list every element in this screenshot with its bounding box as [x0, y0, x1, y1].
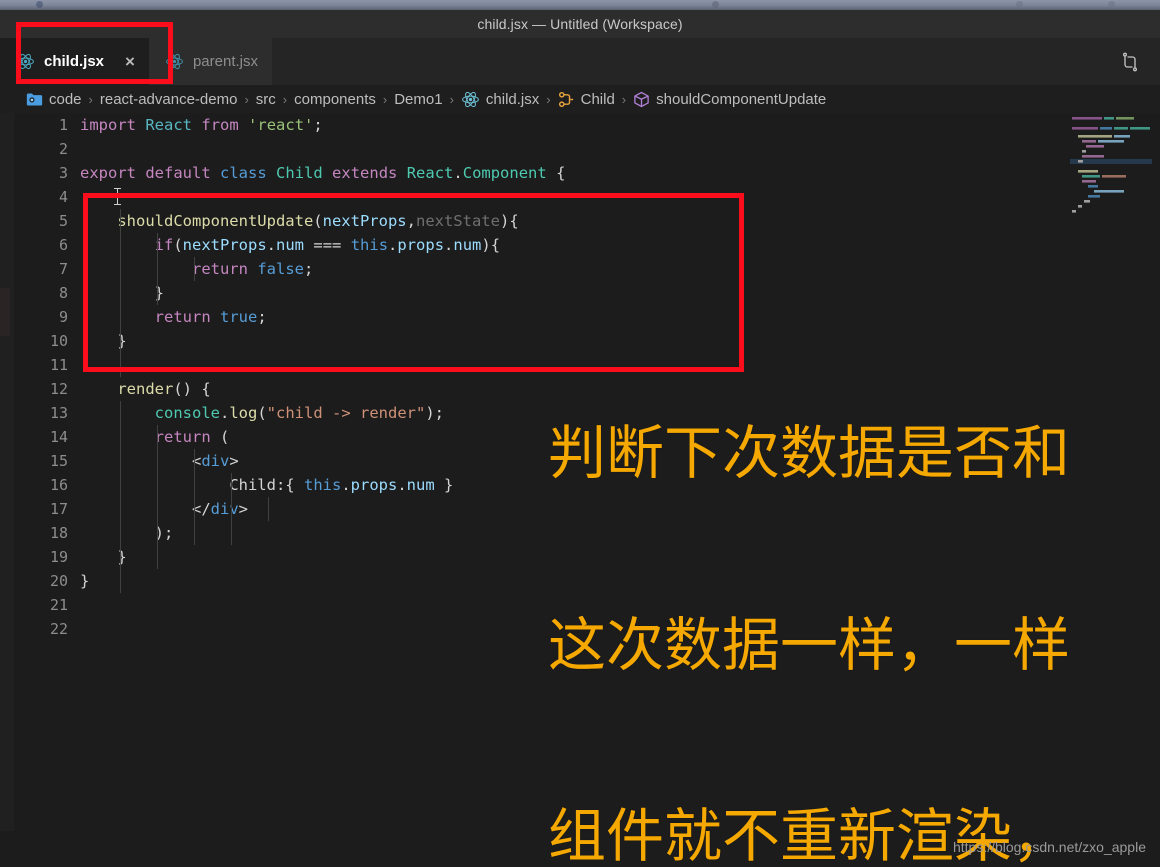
- breadcrumb-separator: ›: [546, 91, 551, 107]
- breadcrumb-separator: ›: [382, 91, 388, 107]
- indent-guide: [120, 209, 121, 377]
- sidebar-edge: [0, 113, 14, 831]
- indent-guide: [268, 497, 269, 521]
- breadcrumb-label: Demo1: [394, 90, 443, 108]
- os-chrome-dot: [1108, 1, 1115, 8]
- tab-parent-jsx[interactable]: parent.jsx: [148, 38, 273, 85]
- breadcrumb-item-child-class[interactable]: Child: [558, 91, 615, 108]
- class-icon: [558, 91, 575, 108]
- line-number: 14: [49, 428, 68, 446]
- breadcrumb-label: Child: [580, 90, 615, 108]
- breadcrumb-label: child.jsx: [485, 90, 540, 108]
- annotation-line: 这次数据一样，一样: [548, 610, 1071, 679]
- os-window-chrome: [0, 0, 1160, 10]
- line-number: 9: [58, 308, 68, 326]
- indent-guide: [231, 473, 232, 545]
- breadcrumb: code › react-advance-demo › src › compon…: [0, 85, 1160, 113]
- indent-guide: [194, 257, 195, 281]
- react-icon: [16, 52, 35, 71]
- breadcrumb-item-components[interactable]: components: [294, 91, 376, 108]
- annotation-text: 判断下次数据是否和 这次数据一样，一样 组件就不重新渲染， 反之渲染: [548, 305, 1148, 867]
- breadcrumb-label: react-advance-demo: [99, 90, 238, 108]
- breadcrumb-label: shouldComponentUpdate: [656, 90, 827, 108]
- annotation-line: 判断下次数据是否和: [548, 419, 1071, 488]
- breadcrumb-separator: ›: [244, 91, 249, 107]
- line-number: 17: [49, 500, 68, 518]
- line-number: 22: [49, 620, 68, 638]
- os-chrome-dot: [1016, 1, 1023, 8]
- scroll-decoration: [0, 288, 10, 336]
- line-number: 21: [49, 596, 68, 614]
- line-number: 11: [49, 356, 68, 374]
- line-number: 6: [58, 236, 68, 254]
- line-number: 7: [58, 260, 68, 278]
- close-icon[interactable]: ×: [125, 53, 135, 70]
- react-icon: [461, 90, 480, 109]
- editor-tab-bar: child.jsx × parent.jsx: [0, 38, 1160, 85]
- watermark: https://blog.csdn.net/zxo_apple: [952, 839, 1146, 855]
- breadcrumb-item-code[interactable]: code: [26, 91, 82, 108]
- annotation-line: 组件就不重新渲染，: [548, 802, 1071, 867]
- indent-guide: [157, 233, 158, 305]
- line-number: 19: [49, 548, 68, 566]
- indent-guide: [157, 425, 158, 569]
- os-chrome-dot: [712, 1, 719, 8]
- indent-guide: [194, 449, 195, 545]
- split-editor-icon[interactable]: [1120, 52, 1140, 72]
- code-line: import React from 'react';: [80, 116, 323, 134]
- line-number: 2: [58, 140, 68, 158]
- line-number: 15: [49, 452, 68, 470]
- react-icon: [165, 52, 184, 71]
- code-line: [80, 185, 1160, 209]
- line-number: 5: [58, 212, 68, 230]
- tab-label: child.jsx: [44, 53, 105, 70]
- line-number-gutter: 1 2 3 4 5 6 7 8 9 10 11 12 13 14 15 16 1…: [14, 113, 72, 831]
- line-number: 4: [58, 188, 68, 206]
- method-icon: [633, 91, 650, 108]
- line-number: 13: [49, 404, 68, 422]
- window-title: child.jsx — Untitled (Workspace): [477, 16, 683, 32]
- breadcrumb-separator: ›: [621, 91, 627, 107]
- code-line: return false;: [191, 260, 314, 278]
- breadcrumb-separator: ›: [88, 91, 93, 107]
- code-line: export default class Child extends React…: [80, 164, 566, 182]
- indent-guide: [120, 401, 121, 593]
- tab-label: parent.jsx: [192, 53, 259, 70]
- breadcrumb-item-child-jsx[interactable]: child.jsx: [461, 90, 539, 109]
- code-line: if(nextProps.num === this.props.num){: [154, 236, 501, 254]
- os-chrome-dot: [36, 1, 43, 8]
- line-number: 3: [58, 164, 68, 182]
- breadcrumb-item-demo1[interactable]: Demo1: [394, 91, 442, 108]
- line-number: 16: [49, 476, 68, 494]
- tab-child-jsx[interactable]: child.jsx ×: [0, 38, 149, 85]
- line-number: 18: [49, 524, 68, 542]
- line-number: 1: [58, 116, 68, 134]
- breadcrumb-label: components: [294, 90, 376, 108]
- line-number: 10: [49, 332, 68, 350]
- code-line: shouldComponentUpdate(nextProps,nextStat…: [117, 212, 519, 230]
- breadcrumb-item-src[interactable]: src: [256, 91, 276, 108]
- line-number: 8: [58, 284, 68, 302]
- breadcrumb-item-react-advance-demo[interactable]: react-advance-demo: [100, 91, 238, 108]
- breadcrumb-label: code: [49, 90, 82, 108]
- vscode-window: child.jsx — Untitled (Workspace) child.j…: [0, 0, 1160, 867]
- title-bar: child.jsx — Untitled (Workspace): [0, 10, 1160, 38]
- line-number: 20: [49, 572, 68, 590]
- line-number: 12: [49, 380, 68, 398]
- breadcrumb-separator: ›: [449, 91, 454, 107]
- breadcrumb-item-shouldcomponentupdate[interactable]: shouldComponentUpdate: [633, 91, 826, 108]
- code-line: }: [154, 284, 164, 302]
- breadcrumb-label: src: [255, 90, 276, 108]
- breadcrumb-separator: ›: [282, 91, 288, 107]
- folder-icon: [26, 92, 43, 107]
